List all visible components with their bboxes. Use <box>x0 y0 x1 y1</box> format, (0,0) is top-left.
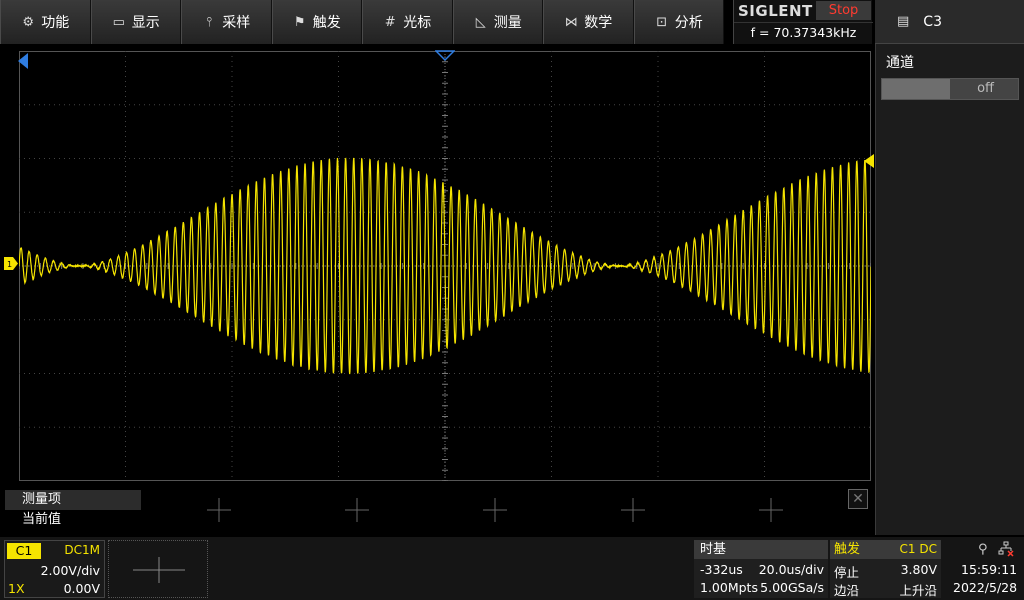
clock-time: 15:59:11 <box>961 562 1017 577</box>
monitor-icon: ▭ <box>112 15 126 30</box>
svg-text:1: 1 <box>7 260 12 269</box>
trigger-type: 边沿 <box>834 580 859 599</box>
cursor-icon: # <box>383 15 397 30</box>
top-menu-bar: ⚙ 功能 ▭ 显示 ⫯ 采样 ⚑ 触发 # 光标 ◺ 测量 ⋈ 数学 ⊡ 分析 <box>0 0 724 44</box>
close-icon[interactable]: ✕ <box>848 489 868 509</box>
menu-label: 触发 <box>313 12 341 32</box>
timebase-delay: -332us <box>700 562 743 577</box>
usb-icon: ⚲ <box>978 542 988 557</box>
add-measure-slot[interactable] <box>205 496 233 524</box>
channel1-info[interactable]: C1 DC1M 2.00V/div 1X 0.00V <box>4 540 105 598</box>
menu-label: 光标 <box>403 12 431 32</box>
measurement-strip: 测量项 当前值 ✕ <box>0 488 872 535</box>
add-measure-slot[interactable] <box>757 496 785 524</box>
measure-value-label: 当前值 <box>5 510 141 530</box>
right-panel-title: C3 <box>923 14 942 30</box>
trigger-mode: 停止 <box>834 562 859 581</box>
trigger-info[interactable]: 触发 C1 DC 停止 3.80V 边沿 上升沿 <box>830 540 941 598</box>
add-measure-slot[interactable] <box>481 496 509 524</box>
graticule <box>19 51 871 481</box>
measure-labels: 测量项 当前值 <box>5 490 141 530</box>
left-position-marker[interactable] <box>18 53 28 69</box>
memory-depth: 1.00Mpts <box>700 580 758 595</box>
channel1-offset-marker[interactable]: 1 <box>4 257 18 270</box>
timebase-title: 时基 <box>694 540 828 559</box>
menu-label: 数学 <box>584 12 612 32</box>
right-panel-header[interactable]: ▤ C3 <box>875 0 1024 44</box>
menu-label: 采样 <box>222 12 250 32</box>
menu-measure[interactable]: ◺ 测量 <box>453 0 544 44</box>
right-panel: 通道 off <box>875 44 1024 535</box>
menu-label: 分析 <box>675 12 703 32</box>
bottom-bar: C1 DC1M 2.00V/div 1X 0.00V 时基 -332us 20.… <box>0 537 1024 600</box>
brand-status-box: SIGLENT Stop f = 70.37343kHz <box>733 0 872 44</box>
toggle-value: off <box>977 79 994 99</box>
channel1-offset: 0.00V <box>64 581 100 596</box>
measure-icon: ◺ <box>474 15 488 30</box>
clock-date: 2022/5/28 <box>953 580 1017 595</box>
sample-rate: 5.00GSa/s <box>760 580 824 595</box>
menu-display[interactable]: ▭ 显示 <box>91 0 182 44</box>
waveform-area[interactable] <box>19 51 871 481</box>
menu-label: 显示 <box>132 12 160 32</box>
toggle-knob <box>882 79 950 99</box>
status-clock: ⚲ 15:59:11 2022/5/28 <box>944 540 1024 598</box>
add-measure-slot[interactable] <box>619 496 647 524</box>
run-stop-status[interactable]: Stop <box>816 1 871 20</box>
timebase-scale: 20.0us/div <box>759 562 824 577</box>
network-disconnected-icon <box>998 541 1014 557</box>
acquire-icon: ⫯ <box>202 15 216 30</box>
menu-math[interactable]: ⋈ 数学 <box>543 0 634 44</box>
channel1-coupling: DC1M <box>64 543 100 557</box>
menu-utility[interactable]: ⚙ 功能 <box>0 0 91 44</box>
menu-label: 测量 <box>494 12 522 32</box>
trigger-level-marker[interactable] <box>864 154 874 168</box>
brand-logo: SIGLENT <box>738 2 813 20</box>
analysis-icon: ⊡ <box>655 15 669 30</box>
add-measure-slot[interactable] <box>343 496 371 524</box>
timebase-info[interactable]: 时基 -332us 20.0us/div 1.00Mpts 5.00GSa/s <box>694 540 828 598</box>
menu-analysis[interactable]: ⊡ 分析 <box>634 0 725 44</box>
menu-trigger[interactable]: ⚑ 触发 <box>272 0 363 44</box>
menu-acquire[interactable]: ⫯ 采样 <box>181 0 272 44</box>
add-channel-button[interactable] <box>108 540 208 598</box>
menu-cursors[interactable]: # 光标 <box>362 0 453 44</box>
trigger-time-marker[interactable] <box>435 50 455 61</box>
trigger-slope: 上升沿 <box>899 580 937 599</box>
document-icon: ▤ <box>897 14 909 29</box>
math-icon: ⋈ <box>564 15 578 30</box>
gear-icon: ⚙ <box>21 15 35 30</box>
menu-label: 功能 <box>41 12 69 32</box>
trigger-level: 3.80V <box>901 562 937 577</box>
trigger-source: C1 DC <box>900 540 937 559</box>
channel-toggle[interactable]: off <box>881 78 1019 100</box>
channel1-scale: 2.00V/div <box>41 563 100 578</box>
channel1-tag: C1 <box>7 543 41 559</box>
plus-icon <box>109 541 209 599</box>
channel1-probe: 1X <box>8 581 25 596</box>
measure-item-label: 测量项 <box>5 490 141 510</box>
channel-setting-label: 通道 <box>886 52 914 72</box>
flag-icon: ⚑ <box>293 15 307 30</box>
frequency-counter: f = 70.37343kHz <box>734 22 873 42</box>
